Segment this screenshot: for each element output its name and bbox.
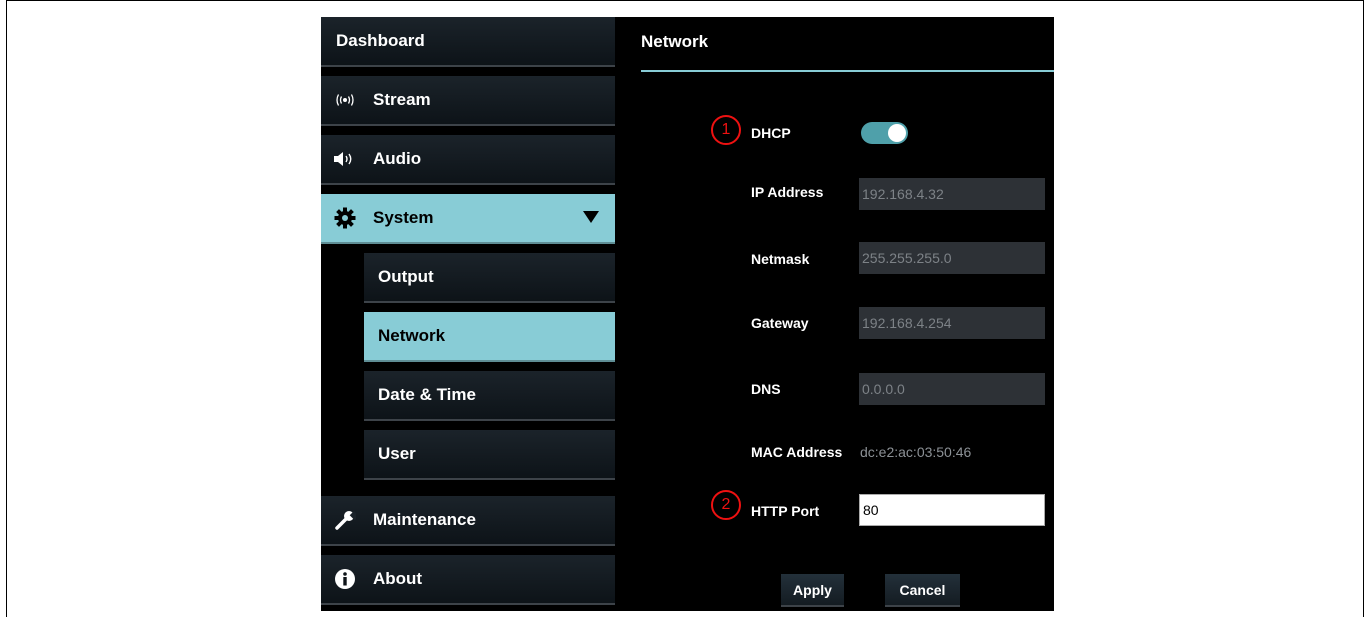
caret-down-icon (583, 211, 599, 223)
gateway-label: Gateway (751, 315, 809, 331)
ip-address-label: IP Address (751, 184, 824, 200)
gear-icon (333, 207, 357, 229)
info-icon (333, 568, 357, 590)
sidebar-item-label: Maintenance (373, 510, 476, 529)
speaker-icon (333, 151, 357, 167)
dns-input[interactable] (859, 373, 1045, 405)
sidebar-item-label: System (373, 208, 434, 227)
sidebar-subitem-date-time[interactable]: Date & Time (364, 371, 615, 421)
sidebar-item-label: Audio (373, 149, 422, 168)
apply-button[interactable]: Apply (781, 574, 844, 607)
dhcp-label: DHCP (751, 125, 791, 141)
sidebar-item-label: About (373, 569, 423, 588)
page-title: Network (641, 32, 709, 51)
sidebar-item-system[interactable]: System (321, 194, 615, 244)
netmask-label: Netmask (751, 251, 810, 267)
http-port-label: HTTP Port (751, 503, 820, 519)
sidebar-item-dashboard[interactable]: Dashboard (321, 17, 615, 67)
sidebar-subitem-label: Date & Time (378, 385, 476, 404)
mac-address-label: MAC Address (751, 444, 843, 460)
sidebar-item-about[interactable]: About (321, 555, 615, 605)
toggle-knob (888, 124, 906, 142)
sidebar-item-label: Stream (373, 90, 431, 109)
sidebar-subitem-user[interactable]: User (364, 430, 615, 480)
callout-marker-1: 1 (711, 115, 741, 145)
ip-address-input[interactable] (859, 178, 1045, 210)
sidebar-subitem-label: Network (378, 326, 446, 345)
callout-marker-2: 2 (711, 490, 741, 520)
sidebar-item-label: Dashboard (336, 31, 425, 50)
sidebar-subitem-label: User (378, 444, 416, 463)
dhcp-toggle[interactable] (861, 122, 908, 144)
wrench-icon (333, 509, 357, 531)
cancel-button[interactable]: Cancel (885, 574, 960, 607)
sidebar-item-stream[interactable]: Stream (321, 76, 615, 126)
sidebar-item-audio[interactable]: Audio (321, 135, 615, 185)
sidebar-subitem-output[interactable]: Output (364, 253, 615, 303)
web-app: Dashboard Stream Audio System Output Net… (321, 17, 1054, 611)
gateway-input[interactable] (859, 307, 1045, 339)
sidebar-item-maintenance[interactable]: Maintenance (321, 496, 615, 546)
netmask-input[interactable] (859, 242, 1045, 274)
sidebar-subitem-network[interactable]: Network (364, 312, 615, 362)
dns-label: DNS (751, 381, 781, 397)
sidebar: Dashboard Stream Audio System Output Net… (321, 17, 616, 611)
sidebar-subitem-label: Output (378, 267, 434, 286)
mac-address-value: dc:e2:ac:03:50:46 (860, 444, 972, 460)
http-port-input[interactable] (859, 494, 1045, 526)
title-divider (641, 70, 1054, 72)
network-settings-panel: Network 1 DHCP IP Address Netmask Gatewa… (616, 17, 1054, 611)
broadcast-icon (333, 93, 357, 107)
